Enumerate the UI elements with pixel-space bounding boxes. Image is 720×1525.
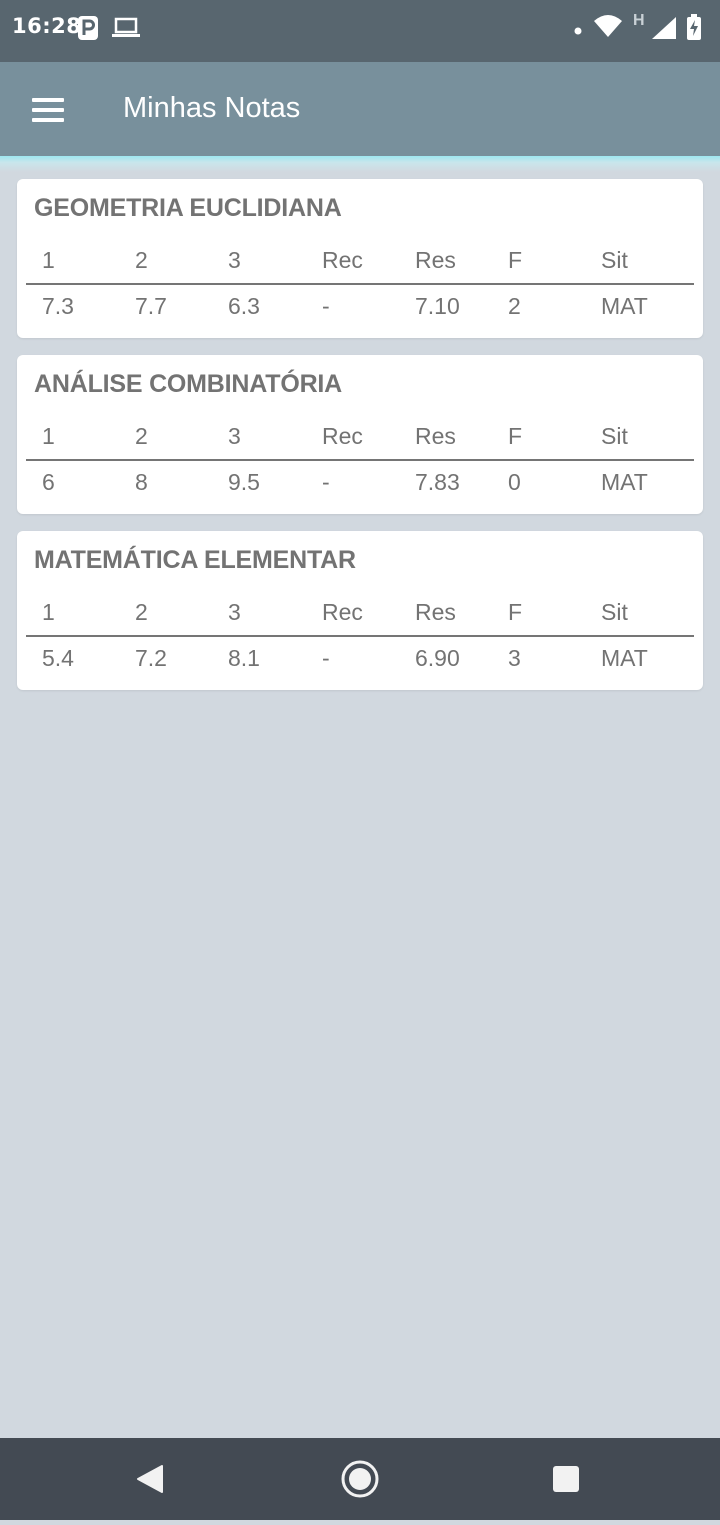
column-header: Res	[415, 599, 456, 625]
app-bar-shadow	[0, 156, 720, 172]
laptop-icon	[112, 17, 140, 44]
app-bar: Minhas Notas	[0, 62, 720, 158]
course-title: ANÁLISE COMBINATÓRIA	[34, 370, 343, 398]
grade-cell: MAT	[601, 645, 648, 671]
column-header: Sit	[601, 599, 628, 625]
home-icon[interactable]	[310, 1438, 410, 1520]
column-header: F	[508, 247, 523, 273]
status-time: 16:28	[12, 14, 82, 38]
h-signal-icon: H	[633, 12, 645, 29]
parking-icon	[78, 16, 98, 45]
grade-cell: -	[322, 293, 330, 319]
course-card: ANÁLISE COMBINATÓRIA 1 2 3 Rec Res F Sit…	[17, 355, 703, 514]
page-title: Minhas Notas	[123, 92, 301, 124]
grade-cell: 7.2	[135, 645, 167, 671]
course-title: GEOMETRIA EUCLIDIANA	[34, 194, 342, 222]
grade-cell: 5.4	[42, 645, 74, 671]
grade-cell: 0	[508, 469, 521, 495]
column-header: Sit	[601, 247, 628, 273]
grade-header-row: 1 2 3 Rec Res F Sit	[26, 423, 694, 461]
column-header: F	[508, 423, 523, 449]
column-header: 2	[135, 247, 148, 273]
grade-values-row: 6 8 9.5 - 7.83 0 MAT	[26, 469, 694, 509]
grade-cell: 6	[42, 469, 55, 495]
column-header: 1	[42, 599, 55, 625]
column-header: Sit	[601, 423, 628, 449]
grade-cell: 6.3	[228, 293, 260, 319]
cell-signal-icon	[652, 17, 676, 44]
grade-cell: 7.7	[135, 293, 167, 319]
column-header: F	[508, 599, 523, 625]
wifi-icon	[594, 15, 622, 42]
course-card: GEOMETRIA EUCLIDIANA 1 2 3 Rec Res F Sit…	[17, 179, 703, 338]
column-header: Rec	[322, 247, 363, 273]
grade-cell: 2	[508, 293, 521, 319]
back-icon[interactable]	[100, 1438, 200, 1520]
column-header: 3	[228, 247, 241, 273]
status-bar: 16:28 H	[0, 0, 720, 62]
navigation-bar	[0, 1438, 720, 1520]
column-header: 3	[228, 423, 241, 449]
grade-cell: 3	[508, 645, 521, 671]
grade-cell: MAT	[601, 469, 648, 495]
hamburger-menu-icon[interactable]	[26, 94, 70, 128]
grade-cell: 8	[135, 469, 148, 495]
column-header: 1	[42, 423, 55, 449]
column-header: 3	[228, 599, 241, 625]
column-header: 1	[42, 247, 55, 273]
grade-cell: 7.10	[415, 293, 460, 319]
grade-cell: 6.90	[415, 645, 460, 671]
dot-icon	[574, 22, 582, 40]
grade-values-row: 7.3 7.7 6.3 - 7.10 2 MAT	[26, 293, 694, 333]
grade-cell: 7.83	[415, 469, 460, 495]
course-title: MATEMÁTICA ELEMENTAR	[34, 546, 356, 574]
grade-cell: 9.5	[228, 469, 260, 495]
column-header: Rec	[322, 423, 363, 449]
grade-cell: 8.1	[228, 645, 260, 671]
column-header: Res	[415, 423, 456, 449]
grade-header-row: 1 2 3 Rec Res F Sit	[26, 599, 694, 637]
grade-values-row: 5.4 7.2 8.1 - 6.90 3 MAT	[26, 645, 694, 685]
course-card: MATEMÁTICA ELEMENTAR 1 2 3 Rec Res F Sit…	[17, 531, 703, 690]
recents-icon[interactable]	[516, 1438, 616, 1520]
column-header: 2	[135, 423, 148, 449]
column-header: 2	[135, 599, 148, 625]
grade-cell: MAT	[601, 293, 648, 319]
battery-charging-icon	[686, 14, 702, 45]
column-header: Rec	[322, 599, 363, 625]
grade-cell: -	[322, 469, 330, 495]
grade-header-row: 1 2 3 Rec Res F Sit	[26, 247, 694, 285]
grade-cell: 7.3	[42, 293, 74, 319]
grade-cell: -	[322, 645, 330, 671]
column-header: Res	[415, 247, 456, 273]
